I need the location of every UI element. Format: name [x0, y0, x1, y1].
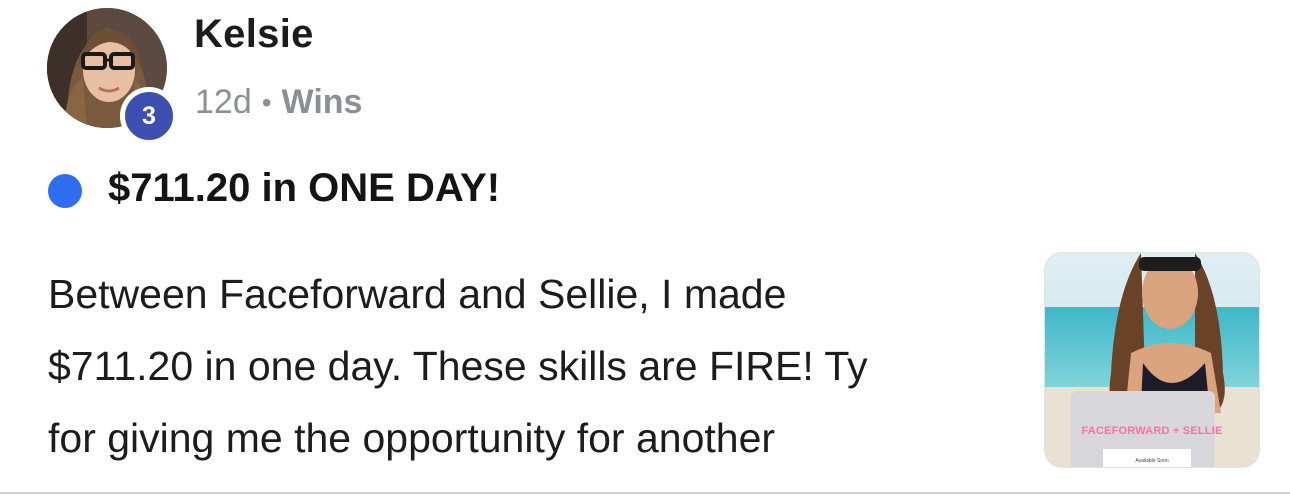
thumbnail-sub-text: Available Soon — [1135, 458, 1169, 464]
unread-indicator-icon — [48, 174, 82, 208]
post-thumbnail[interactable]: FACEFORWARD + SELLIE Available Soon — [1044, 252, 1260, 468]
post-body-line: $711.20 in one day. These skills are FIR… — [48, 343, 868, 389]
post-body-line: for giving me the opportunity for anothe… — [48, 415, 776, 461]
post-title[interactable]: $711.20 in ONE DAY! — [108, 166, 500, 211]
post-category[interactable]: Wins — [282, 83, 363, 122]
meta-separator: • — [261, 86, 272, 118]
community-post[interactable]: 3 Kelsie 12d • Wins $711.20 in ONE DAY! … — [0, 0, 1290, 497]
post-divider — [0, 492, 1290, 494]
thumbnail-brand-text: FACEFORWARD + SELLIE — [1081, 425, 1223, 437]
post-meta: 12d • Wins — [195, 83, 362, 122]
author-avatar-group[interactable]: 3 — [47, 8, 178, 145]
author-name[interactable]: Kelsie — [194, 12, 314, 57]
post-body-line: Between Faceforward and Sellie, I made — [48, 271, 787, 317]
level-badge: 3 — [120, 87, 178, 145]
post-time: 12d — [195, 83, 252, 121]
post-body[interactable]: Between Faceforward and Sellie, I made $… — [48, 258, 1008, 474]
